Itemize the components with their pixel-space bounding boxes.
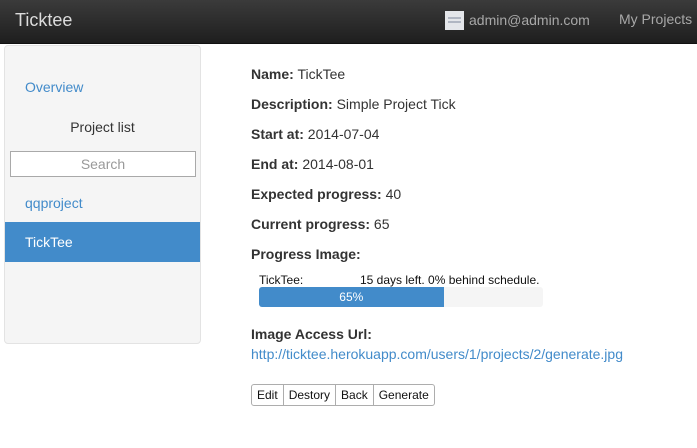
end-label: End at: [251, 156, 299, 172]
project-description: Simple Project Tick [336, 96, 456, 112]
project-name: TickTee [297, 66, 346, 82]
name-label: Name: [251, 66, 294, 82]
generate-button[interactable]: Generate [372, 384, 435, 406]
avatar-icon [445, 10, 464, 30]
progress-bar-fill: 65% [259, 287, 444, 307]
current-progress-row: Current progress: 65 [251, 216, 390, 232]
sidebar-item-overview[interactable]: Overview [25, 79, 83, 95]
expected-progress: 40 [385, 186, 402, 202]
start-label: Start at: [251, 126, 304, 142]
image-access-heading: Image Access Url: [251, 326, 372, 342]
start-date: 2014-07-04 [307, 126, 380, 142]
image-url-link[interactable]: http://ticktee.herokuapp.com/users/1/pro… [251, 346, 623, 362]
destroy-button[interactable]: Destory [282, 384, 337, 406]
end-date-row: End at: 2014-08-01 [251, 156, 374, 172]
progress-image-status: 15 days left. 0% behind schedule. [360, 273, 540, 287]
user-email[interactable]: admin@admin.com [469, 12, 590, 28]
expected-progress-row: Expected progress: 40 [251, 186, 401, 202]
action-buttons: Edit Destory Back Generate [251, 384, 435, 406]
sidebar-item-ticktee[interactable]: TickTee [5, 222, 200, 262]
brand-link[interactable]: Ticktee [15, 10, 72, 31]
progress-image-heading: Progress Image: [251, 246, 361, 262]
progress-image-label: Progress Image: [251, 246, 361, 262]
current-progress: 65 [373, 216, 390, 232]
progress-bar-track: 65% [259, 287, 543, 307]
search-input[interactable] [10, 151, 196, 177]
current-label: Current progress: [251, 216, 371, 232]
sidebar: Overview Project list qqproject TickTee [4, 45, 201, 344]
top-navbar: Ticktee admin@admin.com My Projects [0, 0, 697, 44]
expected-label: Expected progress: [251, 186, 382, 202]
progress-image-project: TickTee: [259, 273, 304, 287]
user-menu[interactable]: admin@admin.com [445, 10, 590, 30]
project-description-row: Description: Simple Project Tick [251, 96, 456, 112]
description-label: Description: [251, 96, 333, 112]
project-name-row: Name: TickTee [251, 66, 345, 82]
edit-button[interactable]: Edit [251, 384, 284, 406]
project-list-header: Project list [70, 119, 135, 135]
back-button[interactable]: Back [335, 384, 374, 406]
my-projects-link[interactable]: My Projects [619, 11, 692, 27]
end-date: 2014-08-01 [302, 156, 374, 172]
sidebar-item-qqproject[interactable]: qqproject [25, 195, 83, 211]
start-date-row: Start at: 2014-07-04 [251, 126, 379, 142]
image-access-label: Image Access Url: [251, 326, 372, 342]
